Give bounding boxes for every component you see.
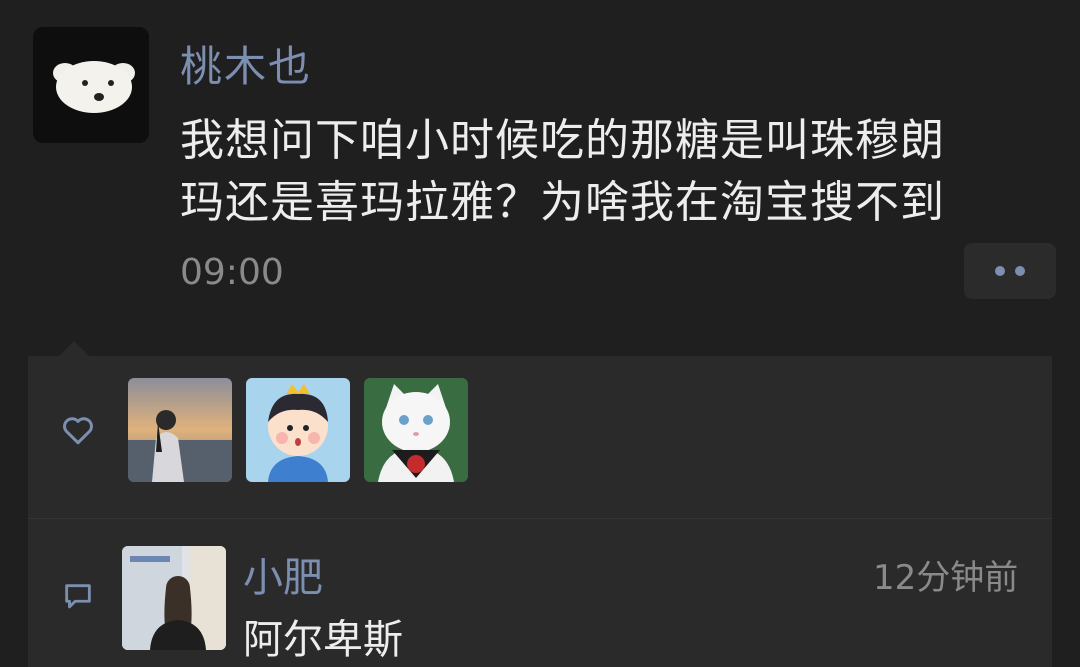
panel-pointer	[58, 341, 90, 357]
heart-outline-icon	[63, 417, 93, 445]
white-cat-avatar-icon	[364, 378, 468, 482]
liker-avatar[interactable]	[128, 378, 232, 482]
commenter-name[interactable]: 小肥	[243, 545, 323, 603]
post-content-line-1: 我想问下咱小时候吃的那糖是叫珠穆朗	[180, 115, 945, 166]
girl-back-avatar-icon	[122, 546, 226, 650]
commenter-avatar[interactable]	[122, 546, 226, 650]
poster-name[interactable]: 桃木也	[180, 33, 312, 94]
likers-list	[128, 378, 468, 482]
more-actions-button[interactable]	[964, 243, 1056, 299]
poster-avatar[interactable]	[33, 27, 149, 143]
panel-divider	[28, 518, 1052, 519]
comment-bubble-icon	[65, 584, 91, 609]
comment-text[interactable]: 阿尔卑斯	[243, 607, 403, 665]
liker-avatar[interactable]	[246, 378, 350, 482]
more-dots-icon	[995, 266, 1005, 276]
more-dot	[1015, 266, 1025, 276]
polar-bear-icon	[33, 27, 149, 143]
cartoon-boy-crown-avatar-icon	[246, 378, 350, 482]
sunset-girl-avatar-icon	[128, 378, 232, 482]
liker-avatar[interactable]	[364, 378, 468, 482]
post-time: 09:00	[180, 252, 284, 293]
comment-time: 12分钟前	[873, 558, 1019, 598]
post-content-line-2: 玛还是喜玛拉雅？为啥我在淘宝搜不到	[180, 177, 945, 228]
post-content: 我想问下咱小时候吃的那糖是叫珠穆朗 玛还是喜玛拉雅？为啥我在淘宝搜不到	[180, 110, 1060, 234]
